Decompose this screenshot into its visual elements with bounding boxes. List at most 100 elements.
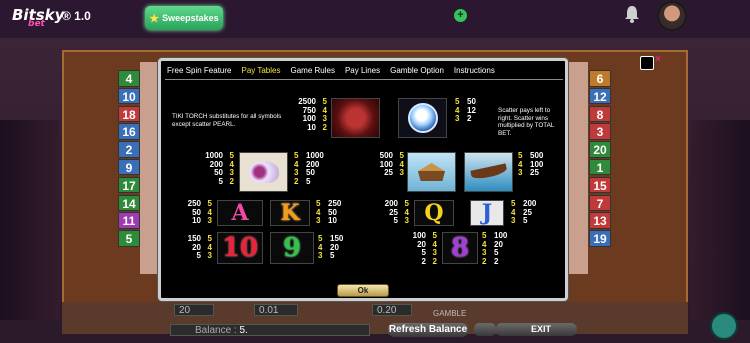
balance-display: Balance : 5. (170, 324, 370, 336)
pay-row: 22 (397, 256, 437, 267)
payline-number[interactable]: 1 (589, 158, 611, 176)
pay-row: 750 4 (277, 106, 327, 116)
ok-button[interactable]: Ok (337, 284, 389, 297)
tab-instructions[interactable]: Instructions (454, 66, 495, 75)
tiki-symbol (331, 98, 380, 138)
payline-number[interactable]: 10 (118, 87, 140, 105)
match-count: 3 (399, 168, 404, 178)
pay-value: 5 (306, 176, 311, 186)
hut-symbol (407, 152, 456, 192)
balance-label: Balance : (195, 325, 237, 336)
a-pays: 250 5 50 4 10 3 (172, 199, 212, 226)
payline-number[interactable]: 14 (118, 194, 140, 212)
match-count: 2 (322, 122, 327, 132)
pay-row: 35 (482, 249, 522, 258)
pay-value: 10 (192, 216, 201, 226)
shell-pays-right: 5 1000 4 200 3 50 2 5 (294, 151, 342, 187)
pay-row: 53 (397, 249, 437, 258)
match-count: 3 (318, 251, 323, 261)
tab-pay-tables[interactable]: Pay Tables (241, 66, 280, 75)
payline-number[interactable]: 20 (589, 141, 611, 158)
match-count: 3 (518, 168, 523, 178)
tab-free-spin-feature[interactable]: Free Spin Feature (167, 66, 231, 75)
add-funds-button[interactable]: + (454, 9, 467, 22)
shell-pays: 1000 5 200 4 50 3 5 2 (186, 151, 234, 186)
payline-number[interactable]: 7 (589, 194, 611, 212)
eight-pays: 100 5 20 4 5 3 2 2 (397, 231, 437, 267)
payline-number[interactable]: 17 (118, 176, 140, 194)
match-count: 2 (432, 256, 437, 266)
pay-row: 50 3 (186, 169, 234, 178)
bell-icon[interactable] (624, 5, 640, 23)
coin-value-display: 0.01 (254, 304, 298, 316)
payline-number[interactable]: 13 (589, 212, 611, 229)
pay-row: 35 (318, 252, 358, 261)
pay-value: 5 (196, 251, 201, 261)
pay-value: 2 (467, 114, 472, 124)
payline-numbers-left: 4 10 18 16 2 9 17 14 11 5 (118, 70, 140, 248)
exit-button[interactable]: EXIT (505, 323, 577, 336)
gamble-label[interactable]: GAMBLE (433, 309, 466, 318)
match-count: 3 (316, 216, 321, 226)
palm-decoration-right (690, 120, 750, 320)
match-count: 3 (511, 216, 516, 226)
close-icon[interactable]: × (655, 54, 661, 65)
match-count: 3 (207, 216, 212, 226)
payline-number[interactable]: 18 (118, 105, 140, 123)
a-symbol: A (217, 200, 263, 226)
tiki-pays: 2500 5 750 4 100 3 10 2 (277, 97, 327, 133)
pay-row: 2500 5 (277, 97, 327, 107)
app-logo[interactable]: Bitsky bet (12, 6, 64, 29)
sweepstakes-button[interactable]: ★ Sweepstakes (145, 6, 223, 30)
tab-divider (165, 79, 563, 80)
pay-value: 25 (530, 168, 539, 178)
payline-number[interactable]: 5 (118, 230, 140, 247)
pearl-pays: 5 50 4 12 3 2 (455, 97, 495, 124)
payline-number[interactable]: 15 (589, 176, 611, 194)
pay-row: 25 3 (358, 169, 404, 178)
j-symbol: J (470, 200, 504, 226)
pay-value: 5 (523, 216, 528, 226)
q-pays: 200 5 25 4 5 3 (369, 199, 409, 226)
pay-value: 10 (328, 216, 337, 226)
tab-gamble-option[interactable]: Gamble Option (390, 66, 444, 75)
payline-number[interactable]: 11 (118, 212, 140, 229)
chat-support-button[interactable] (710, 312, 738, 340)
payline-number[interactable]: 4 (118, 70, 140, 87)
payline-number[interactable]: 2 (118, 141, 140, 158)
palm-decoration-left (0, 120, 60, 320)
match-count: 2 (294, 176, 299, 186)
pay-row: 100 4 (358, 160, 404, 170)
star-icon: ★ (149, 12, 160, 25)
payline-number[interactable]: 16 (118, 123, 140, 140)
payline-number[interactable]: 19 (589, 230, 611, 247)
eight-symbol: 8 (442, 232, 478, 264)
payline-number[interactable]: 12 (589, 87, 611, 105)
payline-number[interactable]: 9 (118, 158, 140, 176)
nine-symbol: 9 (270, 232, 314, 264)
payline-number[interactable]: 3 (589, 123, 611, 140)
shell-symbol (239, 152, 288, 192)
pay-row: 53 (369, 217, 409, 226)
ten-pays: 150 5 20 4 5 3 (172, 234, 212, 261)
avatar[interactable] (657, 1, 687, 31)
tab-game-rules[interactable]: Game Rules (290, 66, 334, 75)
match-count: 2 (229, 176, 234, 186)
pay-row: 10 3 (172, 217, 212, 226)
tab-pay-lines[interactable]: Pay Lines (345, 66, 380, 75)
payline-number[interactable]: 6 (589, 70, 611, 87)
refresh-balance-button[interactable]: Refresh Balance (388, 323, 468, 337)
fullscreen-icon[interactable] (640, 56, 654, 70)
pearl-scatter-symbol (398, 98, 447, 138)
pay-row: 25 (294, 176, 342, 187)
balance-value: 5. (239, 325, 248, 336)
canoe-symbol (464, 152, 513, 192)
payline-number[interactable]: 8 (589, 105, 611, 123)
pay-row: 4 20 (318, 243, 358, 253)
sound-button[interactable] (474, 323, 496, 336)
pay-row: 25 4 (369, 208, 409, 218)
pay-row: 100 3 (277, 115, 327, 124)
pay-row: 10 2 (277, 122, 327, 133)
pay-row: 3 10 (316, 217, 356, 226)
q-symbol: Q (414, 200, 454, 226)
